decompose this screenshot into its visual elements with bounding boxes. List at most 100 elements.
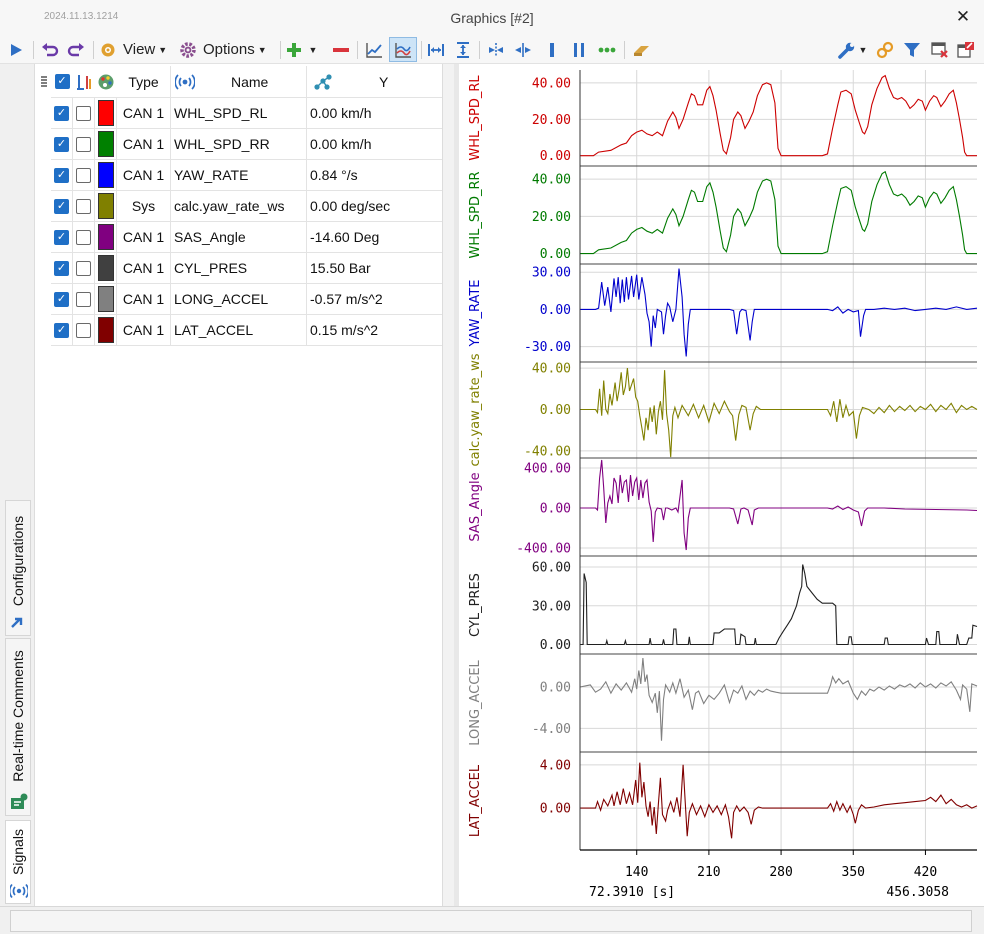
name-column-header[interactable]: Name	[171, 66, 307, 97]
more-options-button[interactable]	[595, 37, 619, 62]
add-signal-dropdown[interactable]: ▼	[306, 37, 320, 62]
signal-row[interactable]: ✓ CAN 1 CYL_PRES 15.50 Bar	[51, 253, 444, 284]
add-signal-button[interactable]	[284, 37, 304, 62]
close-graphic-button[interactable]	[929, 37, 951, 62]
status-field	[10, 910, 972, 932]
two-cursors-button[interactable]	[568, 37, 590, 62]
select-all-checkbox[interactable]: ✓	[51, 66, 73, 97]
view-menu-button[interactable]: View ▼	[99, 37, 173, 62]
plot-enable-checkbox[interactable]: ✓	[51, 315, 73, 345]
stacked-line-chart[interactable]: 40.00 20.00 0.00 WHL_SPD_RL 40.00 20.00 0.00 WH…	[459, 64, 984, 906]
plot-enable-checkbox[interactable]: ✓	[51, 222, 73, 252]
link-button[interactable]	[874, 37, 896, 62]
stacked-axis-button[interactable]	[389, 37, 417, 62]
color-swatch[interactable]	[95, 253, 117, 283]
fit-vertical-button[interactable]	[452, 37, 474, 62]
color-swatch[interactable]	[95, 191, 117, 221]
filter-icon	[904, 42, 920, 57]
y-column-header[interactable]: Y	[307, 66, 444, 97]
single-axis-button[interactable]	[362, 37, 386, 62]
cursor-button[interactable]	[541, 37, 563, 62]
detach-window-button[interactable]	[955, 37, 977, 62]
detach-icon	[957, 41, 974, 58]
signals-scrollbar[interactable]	[442, 64, 454, 906]
signal-row[interactable]: ✓ CAN 1 WHL_SPD_RL 0.00 km/h	[51, 98, 444, 129]
color-swatch[interactable]	[95, 98, 117, 128]
axis-checkbox[interactable]	[73, 129, 95, 159]
signal-row[interactable]: ✓ CAN 1 YAW_RATE 0.84 °/s	[51, 160, 444, 191]
zoom-out-y-button[interactable]	[511, 37, 535, 62]
x-tick-label: 210	[697, 865, 720, 880]
tab-signals[interactable]: Signals	[5, 820, 31, 904]
tab-configurations[interactable]: Configurations	[5, 500, 31, 636]
fit-horizontal-button[interactable]	[425, 37, 447, 62]
configurations-icon	[11, 617, 23, 628]
axis-checkbox[interactable]	[73, 98, 95, 128]
remove-signal-button[interactable]	[330, 37, 352, 62]
y-tick-label: 0.00	[540, 681, 571, 696]
axis-checkbox[interactable]	[73, 284, 95, 314]
zoom-in-y-button[interactable]	[484, 37, 508, 62]
axis-checkbox[interactable]	[73, 222, 95, 252]
series-line	[580, 459, 978, 551]
signal-type: CAN 1	[117, 253, 171, 283]
toolbar-separator	[280, 41, 281, 59]
minus-icon	[333, 47, 349, 52]
line-chart-icon	[366, 42, 382, 58]
tools-button[interactable]	[836, 37, 858, 62]
color-swatch[interactable]	[95, 222, 117, 252]
toolbar-separator	[33, 41, 34, 59]
signal-row[interactable]: ✓ CAN 1 LAT_ACCEL 0.15 m/s^2	[51, 315, 444, 346]
color-swatch[interactable]	[95, 129, 117, 159]
redo-button[interactable]	[64, 37, 88, 62]
color-swatch[interactable]	[95, 284, 117, 314]
close-icon[interactable]: ✕	[952, 6, 974, 28]
graphics-plot-area[interactable]: 40.00 20.00 0.00 WHL_SPD_RL 40.00 20.00 0.00 WH…	[459, 64, 984, 906]
plot-enable-checkbox[interactable]: ✓	[51, 160, 73, 190]
signal-type: CAN 1	[117, 98, 171, 128]
plot-enable-checkbox[interactable]: ✓	[51, 98, 73, 128]
y-tick-label: 30.00	[532, 266, 571, 281]
checkbox-unchecked-icon	[76, 260, 91, 276]
color-swatch[interactable]	[95, 315, 117, 345]
type-column-header[interactable]: Type	[117, 66, 171, 97]
axis-column-icon[interactable]	[73, 66, 95, 97]
series-line	[580, 268, 978, 357]
plot-enable-checkbox[interactable]: ✓	[51, 129, 73, 159]
checkbox-unchecked-icon	[76, 322, 91, 338]
chevron-down-icon: ▼	[858, 44, 868, 55]
eraser-button[interactable]	[630, 37, 654, 62]
toolbar-separator	[624, 41, 625, 59]
signal-row[interactable]: ✓ CAN 1 WHL_SPD_RR 0.00 km/h	[51, 129, 444, 160]
chevron-down-icon: ▼	[158, 44, 168, 55]
status-bar	[0, 906, 984, 934]
axis-checkbox[interactable]	[73, 315, 95, 345]
plot-enable-checkbox[interactable]: ✓	[51, 253, 73, 283]
axis-checkbox[interactable]	[73, 191, 95, 221]
color-swatch[interactable]	[95, 160, 117, 190]
strip-axis-label: YAW_RATE	[468, 279, 483, 347]
signal-row[interactable]: ✓ CAN 1 SAS_Angle -14.60 Deg	[51, 222, 444, 253]
options-menu-button[interactable]: Options ▼	[179, 37, 275, 62]
undo-button[interactable]	[38, 37, 62, 62]
strip-axis-label: CYL_PRES	[468, 573, 483, 637]
signal-row[interactable]: ✓ Sys calc.yaw_rate_ws 0.00 deg/sec	[51, 191, 444, 222]
tab-realtime-comments[interactable]: Real-time Comments	[5, 638, 31, 816]
checkbox-checked-icon: ✓	[54, 229, 69, 245]
y-tick-label: 0.00	[540, 403, 571, 418]
plot-enable-checkbox[interactable]: ✓	[51, 191, 73, 221]
signal-broadcast-icon	[175, 73, 195, 90]
filter-button[interactable]	[901, 37, 923, 62]
view-icon	[101, 43, 115, 56]
plot-enable-checkbox[interactable]: ✓	[51, 284, 73, 314]
axis-checkbox[interactable]	[73, 160, 95, 190]
palette-icon[interactable]	[95, 66, 117, 97]
y-tick-label: 40.00	[532, 173, 571, 188]
tools-dropdown[interactable]: ▼	[857, 37, 869, 62]
play-button[interactable]	[4, 37, 28, 62]
signal-value: 15.50 Bar	[310, 260, 371, 276]
signal-row[interactable]: ✓ CAN 1 LONG_ACCEL -0.57 m/s^2	[51, 284, 444, 315]
axis-checkbox[interactable]	[73, 253, 95, 283]
two-cursors-icon	[574, 42, 584, 57]
signal-type: CAN 1	[117, 129, 171, 159]
